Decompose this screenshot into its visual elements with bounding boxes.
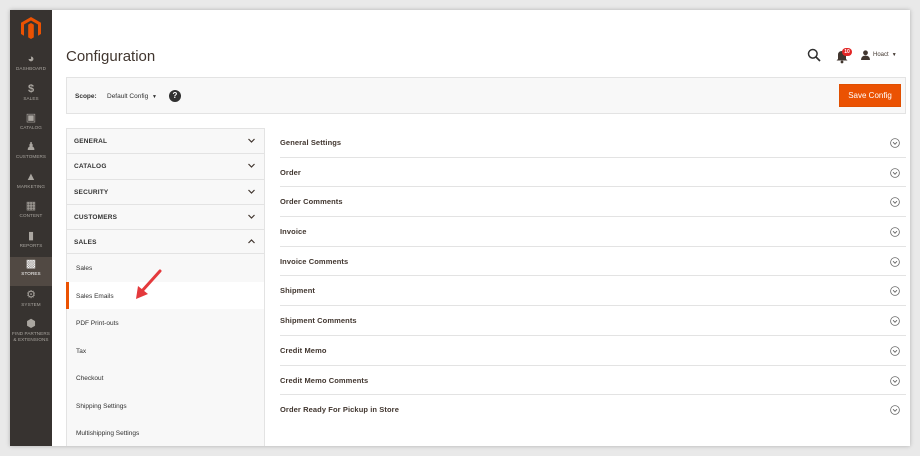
magento-logo-icon[interactable] [21, 17, 41, 39]
group-order[interactable]: Order [280, 158, 906, 188]
notifications-count-badge[interactable]: 10 [842, 48, 852, 56]
section-sales[interactable]: SALES [66, 229, 265, 255]
nav-item-stores[interactable]: ▩ STORES [10, 257, 52, 286]
group-order-ready-for-pickup[interactable]: Order Ready For Pickup in Store [280, 395, 906, 425]
box-icon: ▣ [25, 112, 37, 124]
nav-item-system[interactable]: ⚙ SYSTEM [10, 288, 52, 317]
chevron-down-icon [248, 138, 255, 143]
user-account-menu[interactable]: Hoact ▼ [861, 49, 897, 61]
expand-circle-icon [890, 227, 900, 237]
content-icon: ▦ [25, 200, 37, 212]
gear-icon: ⚙ [26, 289, 36, 301]
user-name: Hoact [873, 52, 889, 58]
store-icon: ▩ [25, 258, 37, 270]
admin-window: ◕ DASHBOARD $ SALES ▣ CATALOG ♟ CUSTOMER… [10, 10, 910, 446]
group-shipment[interactable]: Shipment [280, 276, 906, 307]
nav-item-catalog[interactable]: ▣ CATALOG [10, 111, 52, 140]
annotation-arrow-icon [136, 269, 162, 299]
group-invoice[interactable]: Invoice [280, 217, 906, 247]
dashboard-icon: ◕ [27, 53, 35, 65]
section-catalog[interactable]: CATALOG [66, 153, 265, 179]
nav-item-content[interactable]: ▦ CONTENT [10, 199, 52, 228]
dollar-icon: $ [27, 83, 35, 95]
group-general-settings[interactable]: General Settings [280, 128, 906, 158]
expand-circle-icon [890, 405, 900, 415]
sales-item-sales-emails[interactable]: Sales Emails [66, 281, 265, 310]
group-shipment-comments[interactable]: Shipment Comments [280, 306, 906, 336]
expand-circle-icon [890, 167, 900, 178]
scope-help-icon[interactable]: ? [169, 90, 181, 102]
bar-chart-icon: ▮ [27, 230, 35, 242]
expand-circle-icon [890, 346, 900, 356]
sales-item-shipping-settings[interactable]: Shipping Settings [66, 391, 265, 420]
group-credit-memo[interactable]: Credit Memo [280, 336, 906, 366]
chevron-down-icon [248, 163, 255, 169]
expand-circle-icon [890, 375, 900, 386]
expand-circle-icon [890, 197, 900, 208]
expand-circle-icon [890, 138, 900, 148]
scope-toolbar: Scope: Default Config ▼ ? Save Config [66, 77, 906, 114]
caret-down-icon: ▼ [891, 52, 897, 58]
nav-item-find-partners[interactable]: ⬢ FIND PARTNERS & EXTENSIONS [10, 317, 52, 353]
expand-circle-icon [890, 256, 900, 267]
section-customers[interactable]: CUSTOMERS [66, 203, 265, 230]
extensions-icon: ⬢ [26, 318, 36, 330]
nav-item-reports[interactable]: ▮ REPORTS [10, 229, 52, 258]
section-security[interactable]: SECURITY [66, 178, 265, 204]
save-config-button[interactable]: Save Config [839, 84, 901, 107]
scope-switcher[interactable]: Default Config ▼ [107, 93, 157, 100]
nav-item-dashboard[interactable]: ◕ DASHBOARD [10, 52, 52, 81]
config-sections-panel: GENERAL CATALOG SECURITY CUSTOMERS SALES… [66, 128, 265, 446]
sales-item-checkout[interactable]: Checkout [66, 364, 265, 392]
sales-item-pdf-printouts[interactable]: PDF Print-outs [66, 309, 265, 337]
nav-item-customers[interactable]: ♟ CUSTOMERS [10, 140, 52, 169]
chevron-down-icon [248, 214, 255, 219]
group-order-comments[interactable]: Order Comments [280, 187, 906, 218]
chevron-up-icon [248, 239, 255, 244]
caret-down-icon: ▼ [152, 94, 157, 100]
expand-circle-icon [890, 286, 900, 297]
section-general[interactable]: GENERAL [66, 128, 265, 154]
sales-item-tax[interactable]: Tax [66, 336, 265, 365]
nav-item-sales[interactable]: $ SALES [10, 82, 52, 111]
page-title: Configuration [66, 48, 156, 65]
expand-circle-icon [890, 316, 900, 326]
sales-item-multishipping-settings[interactable]: Multishipping Settings [66, 419, 265, 446]
scope-value: Default Config [107, 93, 149, 100]
config-groups-panel: General Settings Order Order Comments In… [280, 128, 906, 425]
person-icon: ♟ [26, 141, 36, 153]
scope-label: Scope: [75, 93, 97, 100]
search-icon[interactable] [807, 48, 821, 62]
group-invoice-comments[interactable]: Invoice Comments [280, 247, 906, 277]
megaphone-icon: ▲ [25, 171, 37, 183]
chevron-down-icon [248, 189, 255, 194]
main-nav-rail: ◕ DASHBOARD $ SALES ▣ CATALOG ♟ CUSTOMER… [10, 10, 52, 446]
group-credit-memo-comments[interactable]: Credit Memo Comments [280, 366, 906, 396]
sales-item-sales[interactable]: Sales [66, 254, 265, 282]
user-icon [861, 50, 870, 60]
nav-item-marketing[interactable]: ▲ MARKETING [10, 170, 52, 199]
